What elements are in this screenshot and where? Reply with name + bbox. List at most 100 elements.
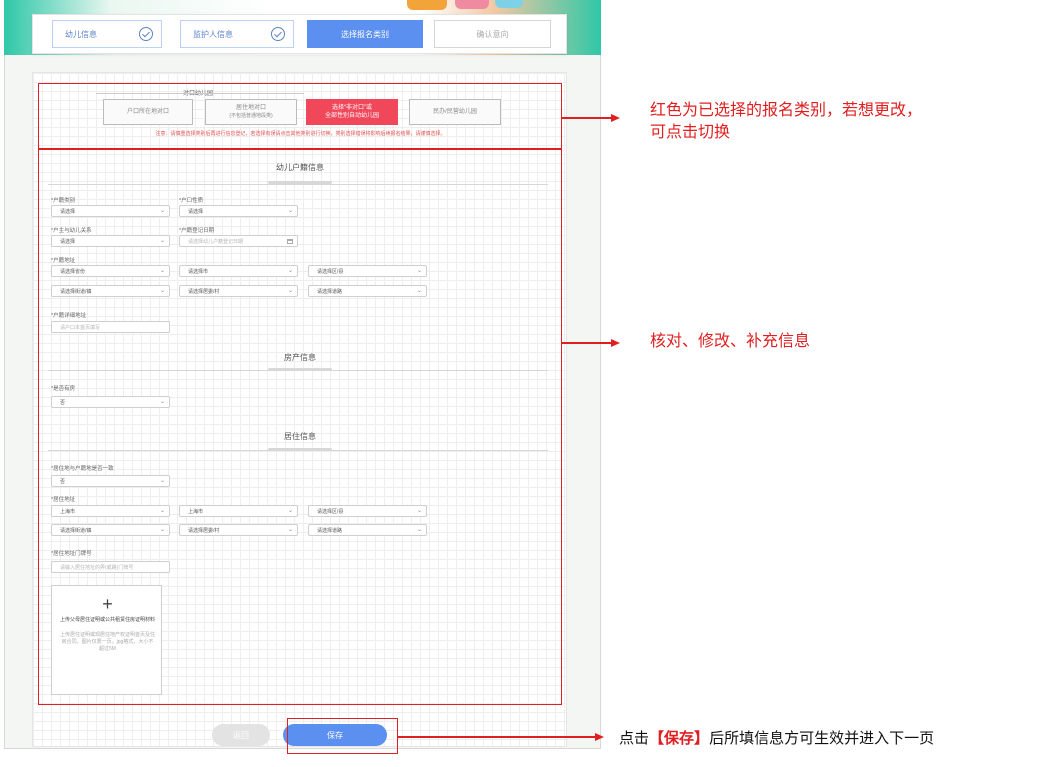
upload-proof-area[interactable]: + 上传父母居住证明或公共租赁住房证明材料 上传居住证明或现居住地产权证明首页及… [51,585,162,695]
hukou-nature-select[interactable]: 请选择 ⌄ [179,205,298,217]
select-value: 否 [60,399,66,406]
field-label: *户籍登记日期 [179,228,215,234]
chevron-down-icon: ⌄ [159,208,165,214]
arrow-right-icon [611,114,620,122]
chevron-down-icon: ⌄ [416,527,422,533]
back-button[interactable]: 返回 [212,724,270,746]
res-street-select[interactable]: 请选择街道/镇 ⌄ [51,524,170,536]
hukou-community-select[interactable]: 请选择居委/村 ⌄ [179,285,298,297]
annotation-save-word: 保存 [664,730,695,747]
select-value: 请选择区/县 [317,268,344,275]
field-label: *是否有房 [51,386,76,392]
save-highlight-box [287,718,398,754]
divider [48,450,548,451]
field-label: *居住地与户籍地是否一致 [51,466,114,472]
hukou-city-select[interactable]: 请选择市 ⌄ [179,265,298,277]
same-as-hukou-select[interactable]: 否 ⌄ [51,475,170,487]
annotation-verify: 核对、修改、补充信息 [650,333,811,350]
hukou-detail-input[interactable]: 请户口本首页填写 [51,321,170,333]
chevron-down-icon: ⌄ [159,527,165,533]
chevron-down-icon: ⌄ [416,268,422,274]
placeholder: 请输入居住地址的弄(或路)门牌号 [60,564,134,571]
chevron-down-icon: ⌄ [287,268,293,274]
banner-decoration [455,0,489,9]
section-title-property: 房产信息 [284,353,316,362]
chevron-down-icon: ⌄ [416,508,422,514]
annotation-bracket: 】 [694,730,710,747]
select-value: 请选择居委/村 [188,288,220,295]
res-city-select[interactable]: 上海市 ⌄ [179,505,298,517]
annotation-bracket: 【 [649,730,665,747]
annotation-save: 点击【保存】后所填信息方可生效并进入下一页 [619,727,934,748]
chevron-down-icon: ⌄ [159,288,165,294]
annotation-text: 后所填信息方可生效并进入下一页 [709,730,935,747]
placeholder: 请选择幼儿户籍登记日期 [188,238,244,245]
divider [48,184,548,185]
chevron-down-icon: ⌄ [159,268,165,274]
reg-date-picker[interactable]: 请选择幼儿户籍登记日期 [179,235,298,247]
chevron-down-icon: ⌄ [287,288,293,294]
field-label: *户口性质 [179,198,204,204]
chevron-down-icon: ⌄ [159,508,165,514]
field-label: *户主与幼儿关系 [51,228,92,234]
upload-title: 上传父母居住证明或公共租赁住房证明材料 [59,617,155,623]
step-select-category[interactable]: 选择报名类别 [307,20,423,48]
select-value: 请选择 [60,208,76,215]
placeholder: 请户口本首页填写 [60,324,101,331]
step-guardian-info[interactable]: 监护人信息 [180,20,294,48]
annotation-text: 点击 [619,730,650,747]
res-detail-input[interactable]: 请输入居住地址的弄(或路)门牌号 [51,561,170,573]
field-label: *户籍地址 [51,258,76,264]
arrow-right-icon [611,339,620,347]
step-label: 监护人信息 [193,29,233,39]
upload-hint: 上传居住证明或现居住地产权证明首页及住房合同，图片仅限一页，jpg格式，大小不超… [60,632,156,652]
chevron-down-icon: ⌄ [287,208,293,214]
select-value: 上海市 [188,508,204,515]
res-province-select[interactable]: 上海市 ⌄ [51,505,170,517]
select-value: 请选择道路 [317,527,343,534]
hukou-province-select[interactable]: 请选择省份 ⌄ [51,265,170,277]
res-district-select[interactable]: 请选择区/县 ⌄ [308,505,427,517]
check-circle-icon [139,27,153,41]
select-value: 请选择街道/镇 [60,527,92,534]
chevron-down-icon: ⌄ [159,238,165,244]
has-property-select[interactable]: 否 ⌄ [51,396,170,408]
select-value: 否 [60,478,66,485]
select-value: 请选择市 [188,268,209,275]
chevron-down-icon: ⌄ [159,478,165,484]
chevron-down-icon: ⌄ [416,288,422,294]
annotation-arrow [562,342,612,344]
divider [48,370,548,371]
select-value: 请选择省份 [60,268,86,275]
chevron-down-icon: ⌄ [287,527,293,533]
check-circle-icon [271,27,285,41]
category-highlight-box [38,83,562,149]
select-value: 上海市 [60,508,76,515]
relation-select[interactable]: 请选择 ⌄ [51,235,170,247]
select-value: 请选择 [60,238,76,245]
step-label: 选择报名类别 [341,29,389,39]
field-label: *居住地址 [51,497,76,503]
select-value: 请选择街道/镇 [60,288,92,295]
res-road-select[interactable]: 请选择道路 ⌄ [308,524,427,536]
select-value: 请选择 [188,208,204,215]
chevron-down-icon: ⌄ [287,508,293,514]
res-community-select[interactable]: 请选择居委/村 ⌄ [179,524,298,536]
banner-decoration [407,0,447,10]
field-label: *户籍类别 [51,198,76,204]
hukou-type-select[interactable]: 请选择 ⌄ [51,205,170,217]
step-child-info[interactable]: 幼儿信息 [52,20,162,48]
hukou-road-select[interactable]: 请选择道路 ⌄ [308,285,427,297]
banner-decoration [495,0,523,8]
section-title-household: 幼儿户籍信息 [276,163,324,172]
step-confirm[interactable]: 确认意向 [434,20,551,48]
select-value: 请选择居委/村 [188,527,220,534]
hukou-district-select[interactable]: 请选择区/县 ⌄ [308,265,427,277]
annotation-category-line1: 红色为已选择的报名类别，若想更改， [650,102,923,119]
annotation-category-line2: 可点击切换 [650,124,731,141]
field-label: *居住地址门牌号 [51,551,92,557]
section-title-residence: 居住信息 [284,432,316,441]
field-label: *户籍详细地址 [51,313,87,319]
step-label: 幼儿信息 [65,29,97,39]
hukou-street-select[interactable]: 请选择街道/镇 ⌄ [51,285,170,297]
